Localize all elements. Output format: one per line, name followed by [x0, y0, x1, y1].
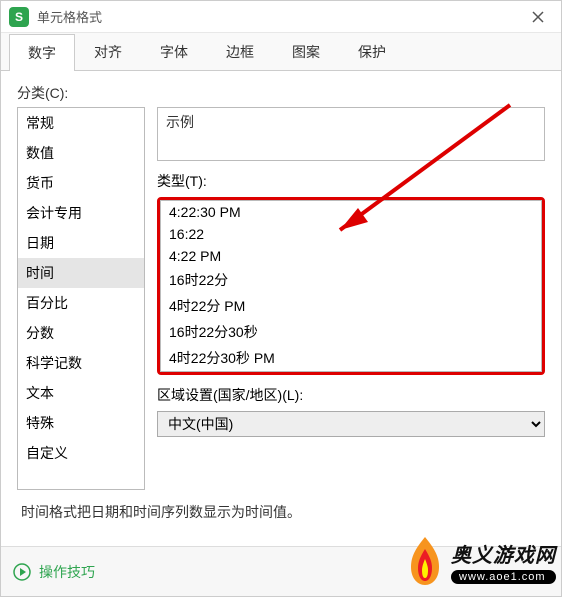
type-item[interactable]: 4:22:30 PM	[161, 201, 541, 223]
example-box: 示例	[157, 107, 545, 161]
tab-3[interactable]: 边框	[207, 33, 273, 70]
tips-link[interactable]: 操作技巧	[39, 562, 95, 582]
content-area: 分类(C): 常规数值货币会计专用日期时间百分比分数科学记数文本特殊自定义 示例…	[1, 71, 561, 546]
play-icon	[13, 563, 31, 581]
titlebar: S 单元格格式	[1, 1, 561, 33]
type-item[interactable]: 16时22分	[161, 267, 541, 293]
category-item[interactable]: 时间	[18, 258, 144, 288]
example-label: 示例	[166, 114, 194, 130]
type-item[interactable]: 16:22	[161, 223, 541, 245]
tab-5[interactable]: 保护	[339, 33, 405, 70]
tab-2[interactable]: 字体	[141, 33, 207, 70]
tab-bar: 数字对齐字体边框图案保护	[1, 33, 561, 71]
close-button[interactable]	[523, 2, 553, 32]
type-item[interactable]: 4:22 PM	[161, 245, 541, 267]
type-item[interactable]: 4时22分30秒 PM	[161, 345, 541, 371]
category-list[interactable]: 常规数值货币会计专用日期时间百分比分数科学记数文本特殊自定义	[17, 107, 145, 490]
locale-label: 区域设置(国家/地区)(L):	[157, 385, 545, 405]
category-item[interactable]: 科学记数	[18, 348, 144, 378]
category-item[interactable]: 日期	[18, 228, 144, 258]
category-item[interactable]: 特殊	[18, 408, 144, 438]
category-item[interactable]: 百分比	[18, 288, 144, 318]
category-item[interactable]: 会计专用	[18, 198, 144, 228]
type-label: 类型(T):	[157, 171, 545, 191]
type-item[interactable]: 4时22分 PM	[161, 293, 541, 319]
category-item[interactable]: 文本	[18, 378, 144, 408]
category-label: 分类(C):	[17, 83, 545, 103]
tab-1[interactable]: 对齐	[75, 33, 141, 70]
description-text: 时间格式把日期和时间序列数显示为时间值。	[17, 490, 545, 534]
category-item[interactable]: 自定义	[18, 438, 144, 468]
close-icon	[532, 11, 544, 23]
tab-4[interactable]: 图案	[273, 33, 339, 70]
tab-0[interactable]: 数字	[9, 34, 75, 71]
app-icon: S	[9, 7, 29, 27]
category-item[interactable]: 分数	[18, 318, 144, 348]
type-item[interactable]: 16时22分30秒	[161, 319, 541, 345]
category-item[interactable]: 常规	[18, 108, 144, 138]
type-list[interactable]: 4:22:30 PM16:224:22 PM16时22分4时22分 PM16时2…	[160, 200, 542, 372]
locale-select[interactable]: 中文(中国)	[157, 411, 545, 437]
watermark-url: www.aoe1.com	[451, 570, 556, 584]
watermark: 奥义游戏网 www.aoe1.com	[403, 535, 556, 587]
watermark-site-name: 奥义游戏网	[451, 539, 556, 568]
category-item[interactable]: 货币	[18, 168, 144, 198]
category-item[interactable]: 数值	[18, 138, 144, 168]
window-title: 单元格格式	[37, 7, 523, 26]
type-list-highlight: 4:22:30 PM16:224:22 PM16时22分4时22分 PM16时2…	[157, 197, 545, 375]
flame-icon	[403, 535, 447, 587]
